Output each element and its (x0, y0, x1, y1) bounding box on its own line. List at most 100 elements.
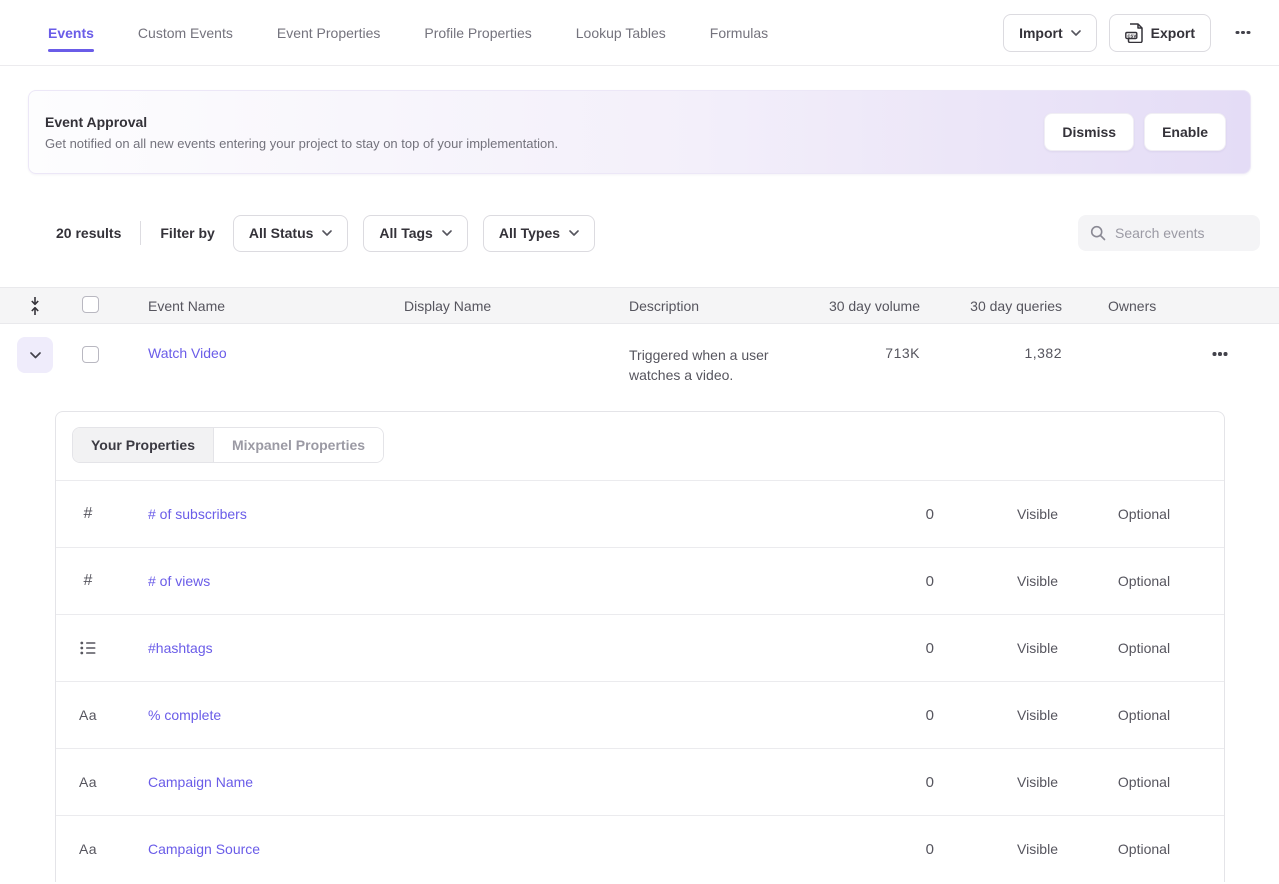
export-button-label: Export (1151, 25, 1195, 41)
results-count: 20 results (56, 225, 121, 241)
text-type-icon: Aa (56, 774, 120, 790)
property-value: 0 (856, 573, 986, 590)
properties-panel: Your Properties Mixpanel Properties # # … (55, 411, 1225, 882)
status-filter-value: All Status (249, 225, 314, 241)
property-row: # # of subscribers 0 Visible Optional (56, 480, 1224, 547)
chevron-down-icon (322, 230, 332, 236)
col-header-volume: 30 day volume (820, 298, 920, 314)
collapse-rows-icon (28, 296, 42, 316)
text-type-icon: Aa (56, 707, 120, 723)
property-value: 0 (856, 506, 986, 523)
property-value: 0 (856, 640, 986, 657)
property-value: 0 (856, 774, 986, 791)
property-value: 0 (856, 841, 986, 858)
property-requirement: Optional (1089, 774, 1199, 790)
export-button[interactable]: csv Export (1109, 14, 1211, 52)
property-requirement: Optional (1089, 506, 1199, 522)
filter-toolbar: 20 results Filter by All Status All Tags… (56, 214, 1260, 252)
property-row: Aa % complete 0 Visible Optional (56, 681, 1224, 748)
property-name-link[interactable]: # of views (120, 573, 856, 589)
tab-formulas[interactable]: Formulas (710, 0, 768, 65)
col-header-owners: Owners (1062, 298, 1193, 314)
search-events-input[interactable] (1115, 225, 1248, 241)
banner-text: Event Approval Get notified on all new e… (45, 114, 558, 151)
horizontal-ellipsis-icon (1241, 31, 1245, 35)
csv-file-icon: csv (1125, 23, 1143, 43)
search-events-box (1078, 215, 1260, 251)
event-row-watch-video: Watch Video Triggered when a user watche… (0, 324, 1279, 411)
chevron-down-icon (1071, 30, 1081, 36)
status-filter-dropdown[interactable]: All Status (233, 215, 349, 252)
event-name-link[interactable]: Watch Video (148, 324, 404, 361)
chevron-down-icon (30, 352, 41, 359)
tab-your-properties[interactable]: Your Properties (73, 428, 213, 462)
properties-tabs: Your Properties Mixpanel Properties (72, 427, 384, 463)
types-filter-dropdown[interactable]: All Types (483, 215, 595, 252)
property-row: Aa Campaign Source 0 Visible Optional (56, 815, 1224, 882)
event-volume: 713K (820, 324, 920, 361)
property-row: # # of views 0 Visible Optional (56, 547, 1224, 614)
filter-by-label: Filter by (160, 225, 214, 241)
tab-mixpanel-properties[interactable]: Mixpanel Properties (213, 428, 383, 462)
property-requirement: Optional (1089, 707, 1199, 723)
property-row: #hashtags 0 Visible Optional (56, 614, 1224, 681)
nav-tabs: Events Custom Events Event Properties Pr… (48, 0, 768, 65)
horizontal-ellipsis-icon (1218, 352, 1222, 356)
row-more-button[interactable] (1193, 324, 1279, 356)
import-button[interactable]: Import (1003, 14, 1097, 52)
property-requirement: Optional (1089, 841, 1199, 857)
row-checkbox[interactable] (82, 346, 99, 363)
col-header-description: Description (629, 298, 820, 314)
tab-custom-events[interactable]: Custom Events (138, 0, 233, 65)
select-all-checkbox[interactable] (82, 296, 99, 313)
property-visibility: Visible (986, 573, 1089, 589)
tab-events[interactable]: Events (48, 0, 94, 65)
property-name-link[interactable]: # of subscribers (120, 506, 856, 522)
event-approval-banner: Event Approval Get notified on all new e… (28, 90, 1251, 174)
property-visibility: Visible (986, 707, 1089, 723)
property-name-link[interactable]: Campaign Name (120, 774, 856, 790)
col-header-queries: 30 day queries (920, 298, 1062, 314)
event-queries: 1,382 (920, 324, 1062, 361)
property-visibility: Visible (986, 640, 1089, 656)
col-header-display-name: Display Name (404, 298, 629, 314)
divider (140, 221, 141, 245)
properties-panel-header: Your Properties Mixpanel Properties (56, 412, 1224, 480)
property-name-link[interactable]: % complete (120, 707, 856, 723)
collapse-row-button[interactable] (17, 337, 53, 373)
property-requirement: Optional (1089, 640, 1199, 656)
property-requirement: Optional (1089, 573, 1199, 589)
col-header-event-name: Event Name (148, 298, 404, 314)
svg-text:csv: csv (1127, 33, 1136, 39)
import-button-label: Import (1019, 25, 1063, 41)
collapse-all-button[interactable] (0, 296, 70, 316)
property-name-link[interactable]: Campaign Source (120, 841, 856, 857)
property-row: Aa Campaign Name 0 Visible Optional (56, 748, 1224, 815)
tags-filter-value: All Tags (379, 225, 432, 241)
property-name-link[interactable]: #hashtags (120, 640, 856, 656)
enable-button[interactable]: Enable (1144, 113, 1226, 151)
text-type-icon: Aa (56, 841, 120, 857)
banner-subtitle: Get notified on all new events entering … (45, 136, 558, 151)
property-visibility: Visible (986, 841, 1089, 857)
nav-actions: Import csv Export (1003, 0, 1259, 65)
tab-profile-properties[interactable]: Profile Properties (424, 0, 531, 65)
types-filter-value: All Types (499, 225, 560, 241)
chevron-down-icon (442, 230, 452, 236)
number-type-icon: # (56, 505, 120, 523)
events-table-header: Event Name Display Name Description 30 d… (0, 287, 1279, 324)
banner-title: Event Approval (45, 114, 558, 130)
event-description: Triggered when a user watches a video. (629, 324, 820, 385)
dismiss-button[interactable]: Dismiss (1044, 113, 1134, 151)
tags-filter-dropdown[interactable]: All Tags (363, 215, 467, 252)
tab-lookup-tables[interactable]: Lookup Tables (576, 0, 666, 65)
banner-actions: Dismiss Enable (1044, 113, 1226, 151)
chevron-down-icon (569, 230, 579, 236)
list-type-icon (56, 641, 120, 655)
number-type-icon: # (56, 572, 120, 590)
property-visibility: Visible (986, 506, 1089, 522)
tab-event-properties[interactable]: Event Properties (277, 0, 381, 65)
top-nav: Events Custom Events Event Properties Pr… (0, 0, 1279, 66)
more-menu-button[interactable] (1227, 17, 1259, 49)
search-icon (1090, 225, 1106, 241)
